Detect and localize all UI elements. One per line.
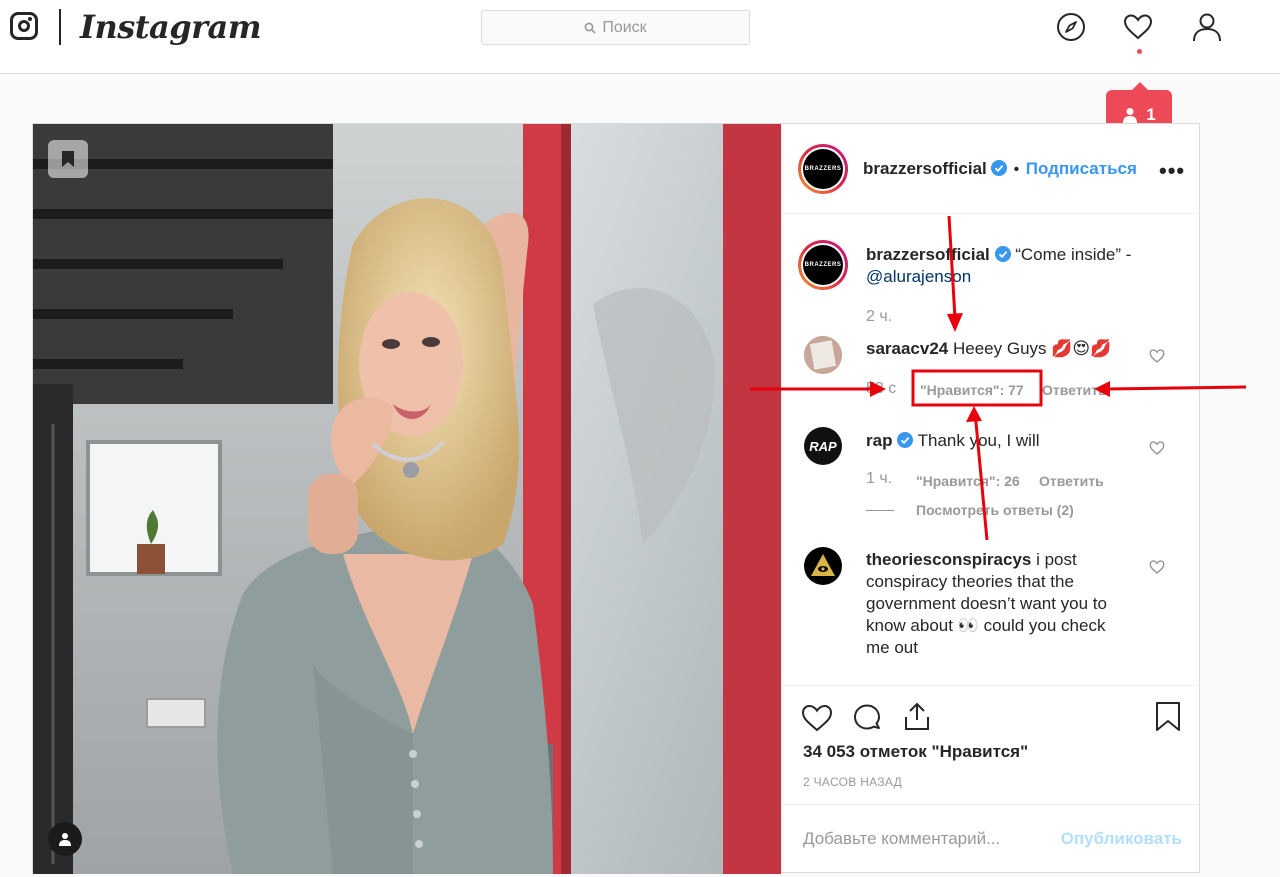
- add-comment-input[interactable]: Добавьте комментарий...: [803, 829, 1000, 849]
- user-tag-icon: [59, 833, 71, 846]
- author-username[interactable]: brazzersofficial: [863, 159, 987, 178]
- notification-count: 1: [1146, 105, 1156, 124]
- comment-1-likes[interactable]: "Нравится": 77: [920, 382, 1024, 398]
- likes-count[interactable]: 34 053 отметок "Нравится": [803, 742, 1028, 762]
- search-input[interactable]: Поиск: [481, 10, 750, 45]
- commenter-avatar[interactable]: RAP: [804, 427, 842, 465]
- post-header-line: brazzersofficial • Подписаться: [863, 159, 1137, 179]
- author-avatar[interactable]: BRAZZERS: [798, 144, 848, 194]
- comment-3-username[interactable]: theoriesconspiracys: [866, 550, 1031, 569]
- add-comment-bar: Добавьте комментарий... Опубликовать: [782, 804, 1202, 874]
- comment-2-likes[interactable]: "Нравится": 26: [916, 473, 1020, 489]
- caption-username[interactable]: brazzersofficial: [866, 245, 990, 264]
- view-replies-button[interactable]: Посмотреть ответы (2): [916, 502, 1074, 518]
- comment-3-like-icon[interactable]: [1149, 559, 1165, 575]
- bookmark-icon[interactable]: [1152, 700, 1184, 732]
- post-header: BRAZZERS brazzersofficial • Подписаться …: [782, 124, 1202, 214]
- instagram-camera-icon[interactable]: [10, 12, 38, 40]
- top-navigation-bar: Instagram Поиск: [0, 0, 1280, 74]
- comment-2-like-icon[interactable]: [1149, 440, 1165, 456]
- rap-avatar-logo: RAP: [809, 438, 837, 454]
- comment-2: rap Thank you, I will: [866, 430, 1128, 452]
- search-placeholder: Поиск: [602, 18, 647, 36]
- comment-1-username[interactable]: saraacv24: [866, 339, 948, 358]
- comment-2-text: Thank you, I will: [917, 431, 1040, 450]
- like-icon[interactable]: [801, 702, 833, 734]
- person-icon: [1123, 108, 1138, 123]
- collection-save-badge[interactable]: [48, 140, 88, 178]
- activity-heart-icon[interactable]: [1123, 12, 1153, 42]
- verified-badge-icon: [994, 246, 1011, 262]
- author-avatar-logo: BRAZZERS: [803, 149, 843, 189]
- caption: brazzersofficial “Come inside” - @aluraj…: [866, 244, 1166, 288]
- logo-divider: [59, 9, 61, 45]
- search-icon: [584, 22, 596, 34]
- caption-time: 2 ч.: [866, 308, 893, 325]
- more-options-icon[interactable]: •••: [1159, 158, 1185, 184]
- comment-1-reply-button[interactable]: Ответить: [1042, 382, 1107, 398]
- comments-section[interactable]: BRAZZERS brazzersofficial “Come inside” …: [782, 214, 1202, 685]
- tagged-users-badge[interactable]: [48, 822, 82, 856]
- post-timestamp: 2 ЧАСОВ НАЗАД: [803, 775, 903, 789]
- post-card: BRAZZERS brazzersofficial • Подписаться …: [32, 123, 1202, 874]
- commenter-avatar-image: [804, 336, 842, 374]
- verified-badge-icon: [991, 160, 1008, 176]
- comment-1-like-icon[interactable]: [1149, 348, 1165, 364]
- bookmark-icon: [62, 151, 74, 167]
- comment-1-text: Heeey Guys 💋😍💋: [953, 339, 1112, 358]
- comment-1: saraacv24 Heeey Guys 💋😍💋: [866, 338, 1128, 360]
- post-actions: 34 053 отметок "Нравится" 2 ЧАСОВ НАЗАД: [782, 685, 1202, 804]
- caption-mention-link[interactable]: @alurajenson: [866, 267, 971, 286]
- share-icon[interactable]: [901, 700, 933, 732]
- comment-2-time: 1 ч.: [866, 470, 893, 487]
- profile-icon[interactable]: [1192, 12, 1222, 42]
- post-image-illustration: [33, 124, 781, 874]
- publish-comment-button[interactable]: Опубликовать: [1061, 829, 1182, 849]
- comment-icon[interactable]: [851, 702, 883, 734]
- post-side-panel: BRAZZERS brazzersofficial • Подписаться …: [781, 124, 1202, 874]
- caption-author-avatar[interactable]: BRAZZERS: [798, 240, 848, 290]
- comment-2-reply-button[interactable]: Ответить: [1039, 473, 1104, 489]
- commenter-avatar[interactable]: [804, 336, 842, 374]
- verified-badge-icon: [897, 432, 914, 448]
- post-photo[interactable]: [33, 124, 781, 874]
- caption-text: “Come inside” -: [1015, 245, 1132, 264]
- follow-button[interactable]: Подписаться: [1026, 159, 1137, 178]
- separator-dot: •: [1013, 161, 1020, 178]
- notification-dot: [1137, 49, 1142, 54]
- comment-1-time: 53 с: [866, 380, 897, 397]
- replies-line: [866, 510, 894, 511]
- commenter-avatar[interactable]: [804, 547, 842, 585]
- comment-2-username[interactable]: rap: [866, 431, 892, 450]
- caption-avatar-logo: BRAZZERS: [803, 245, 843, 285]
- instagram-wordmark[interactable]: Instagram: [80, 8, 262, 46]
- illuminati-eye-icon: [811, 554, 835, 576]
- comment-3: theoriesconspiracys i post conspiracy th…: [866, 549, 1128, 659]
- compass-icon[interactable]: [1056, 12, 1086, 42]
